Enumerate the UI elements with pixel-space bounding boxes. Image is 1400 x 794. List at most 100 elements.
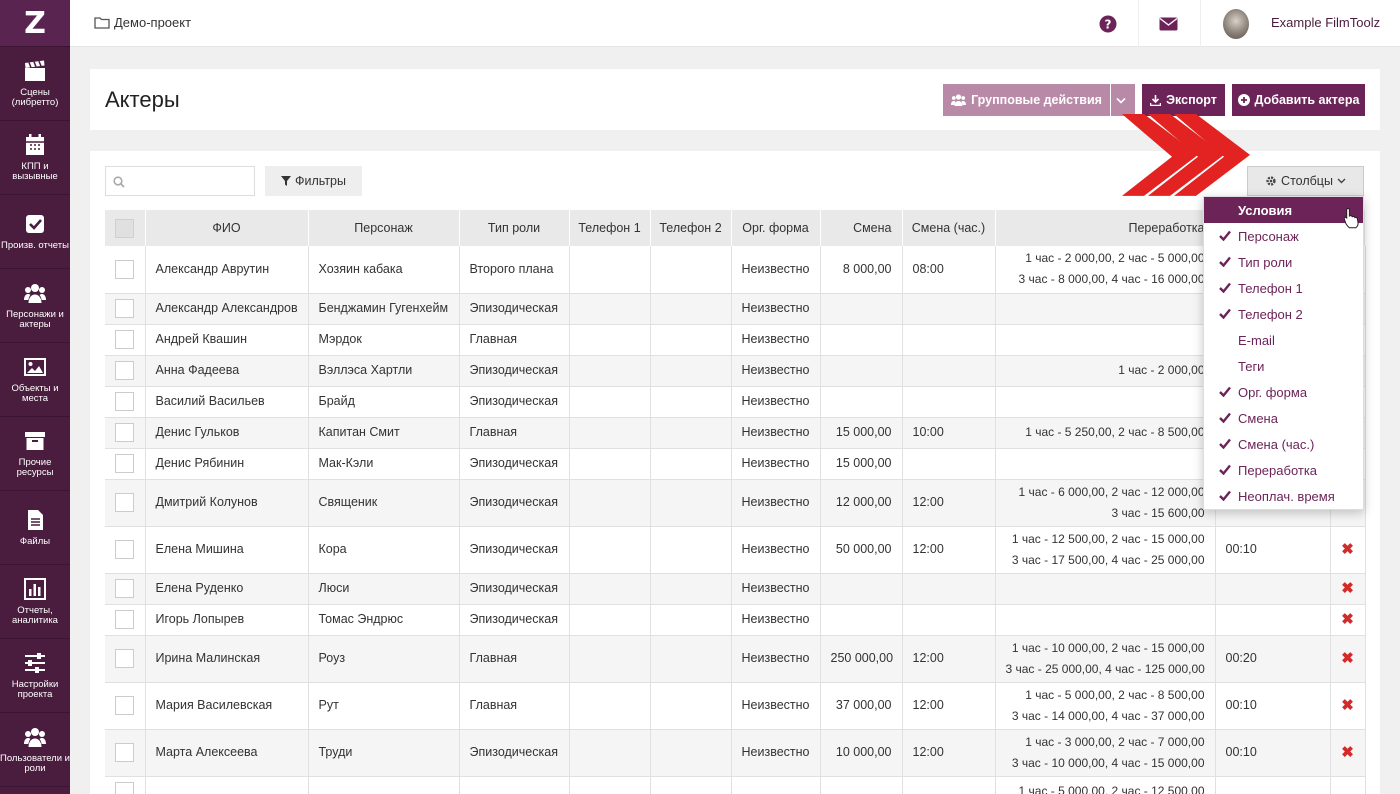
cell-name: Денис Гульков <box>145 417 309 449</box>
row-checkbox[interactable] <box>115 696 135 715</box>
sidebar-item[interactable]: Объекты и места <box>0 343 70 417</box>
row-checkbox[interactable] <box>115 782 135 794</box>
row-checkbox[interactable] <box>115 649 135 668</box>
column-header[interactable]: Телефон 2 <box>650 210 732 246</box>
columns-button[interactable]: Столбцы <box>1247 166 1364 196</box>
table-row[interactable]: Игорь Лопырев Томас Эндрюс Эпизодическая Не… <box>105 604 1366 636</box>
select-all-cell[interactable] <box>105 210 146 246</box>
row-checkbox[interactable] <box>115 361 135 380</box>
table-row[interactable]: Василий Васильев Брайд Эпизодическая Неизве… <box>105 386 1366 418</box>
cell <box>105 355 146 387</box>
table-row[interactable]: Денис Гульков Капитан Смит Главная Неизвест… <box>105 417 1366 449</box>
row-checkbox[interactable] <box>115 579 135 598</box>
delete-icon[interactable]: ✖ <box>1331 539 1365 560</box>
cell-character: Священик <box>308 479 460 527</box>
column-header[interactable]: Смена (час.) <box>902 210 996 246</box>
row-checkbox[interactable] <box>115 299 135 318</box>
cell-character <box>308 776 460 794</box>
app-logo[interactable]: Z <box>0 0 70 47</box>
sidebar-item[interactable]: Пользователи и роли <box>0 713 70 787</box>
add-actor-button[interactable]: Добавить актера <box>1232 84 1365 116</box>
row-checkbox[interactable] <box>115 610 135 629</box>
delete-icon[interactable]: ✖ <box>1331 742 1365 763</box>
columns-menu-item[interactable]: Персонаж <box>1204 223 1363 249</box>
table-row[interactable]: Ирина Малинская Роуз Главная Неизвестно 250 … <box>105 635 1366 683</box>
row-checkbox[interactable] <box>115 493 135 512</box>
columns-menu-item[interactable]: Тип роли <box>1204 249 1363 275</box>
cell-shift-hours: 12:00 <box>902 729 996 777</box>
cell-role <box>459 776 570 794</box>
table-row[interactable]: Мария Василевская Рут Главная Неизвестно 37 … <box>105 682 1366 730</box>
sidebar-item[interactable]: Настройки проекта <box>0 639 70 713</box>
cell <box>105 682 146 730</box>
row-checkbox[interactable] <box>115 330 135 349</box>
breadcrumb[interactable]: Демо-проект <box>94 15 191 30</box>
sidebar-item[interactable]: Произв. отчеты <box>0 195 70 269</box>
column-header[interactable]: Телефон 1 <box>569 210 651 246</box>
table-row[interactable]: Елена Руденко Люси Эпизодическая Неизвестно… <box>105 573 1366 605</box>
column-header[interactable]: ФИО <box>145 210 309 246</box>
columns-menu-item[interactable]: E-mail <box>1204 327 1363 353</box>
columns-menu-item[interactable]: Теги <box>1204 353 1363 379</box>
sidebar-item[interactable]: Персонажи и актеры <box>0 269 70 343</box>
cell-shift <box>820 324 903 356</box>
columns-menu-item[interactable]: Переработка <box>1204 457 1363 483</box>
delete-icon[interactable]: ✖ <box>1331 578 1365 599</box>
cell-unpaid-time: 00:10 <box>1215 526 1331 574</box>
table-row[interactable]: Анна Фадеева Вэллэса Хартли Эпизодическая Н… <box>105 355 1366 387</box>
columns-menu-item[interactable]: Телефон 2 <box>1204 301 1363 327</box>
bar-chart-icon <box>24 577 46 600</box>
select-all-checkbox[interactable] <box>115 218 135 238</box>
column-header[interactable]: Орг. форма <box>731 210 821 246</box>
table-row[interactable]: Марта Алексеева Труди Эпизодическая Неизвес… <box>105 729 1366 777</box>
delete-icon[interactable]: ✖ <box>1331 609 1365 630</box>
column-header[interactable]: Персонаж <box>308 210 460 246</box>
row-checkbox[interactable] <box>115 392 135 411</box>
sidebar-item[interactable]: Сцены (либретто) <box>0 47 70 121</box>
table-row[interactable]: Денис Рябинин Мак-Кэли Эпизодическая Неизве… <box>105 448 1366 480</box>
user-avatar[interactable] <box>1223 9 1249 39</box>
columns-menu-item[interactable]: Орг. форма <box>1204 379 1363 405</box>
columns-menu-item[interactable]: Смена <box>1204 405 1363 431</box>
group-actions-button[interactable]: Групповые действия <box>943 84 1110 116</box>
export-label: Экспорт <box>1166 93 1217 107</box>
sidebar-item-label: Сцены (либретто) <box>11 86 59 108</box>
row-checkbox[interactable] <box>115 423 135 442</box>
columns-menu-item[interactable]: Условия <box>1204 197 1363 223</box>
columns-menu-item[interactable]: Телефон 1 <box>1204 275 1363 301</box>
search-input[interactable] <box>105 166 255 196</box>
cell-name: Мария Василевская <box>145 682 309 730</box>
cell-actions: ✖ <box>1330 729 1366 777</box>
cell-phone1 <box>569 324 651 356</box>
cell-role: Главная <box>459 635 570 683</box>
filters-button[interactable]: Фильтры <box>265 166 362 196</box>
overtime-line: 3 час - 10 000,00, 4 час - 15 000,00 <box>1011 755 1205 770</box>
column-header[interactable]: Переработка <box>995 210 1216 246</box>
user-name[interactable]: Example FilmToolz <box>1271 15 1380 30</box>
row-checkbox[interactable] <box>115 259 135 279</box>
table-row[interactable]: Елена Мишина Кора Эпизодическая Неизвестно 5… <box>105 526 1366 574</box>
row-checkbox[interactable] <box>115 454 135 473</box>
row-checkbox[interactable] <box>115 540 135 559</box>
help-icon[interactable]: ? <box>1093 0 1123 47</box>
mail-icon[interactable] <box>1153 0 1183 47</box>
column-header[interactable]: Тип роли <box>459 210 570 246</box>
table-row[interactable]: 1 час - 5 000,00, 2 час - 12 500,00 <box>105 776 1366 794</box>
sidebar-item[interactable]: Файлы <box>0 491 70 565</box>
delete-icon[interactable]: ✖ <box>1331 695 1365 716</box>
columns-menu-item[interactable]: Неоплач. время <box>1204 483 1363 509</box>
delete-icon[interactable]: ✖ <box>1331 648 1365 669</box>
users-icon <box>951 94 967 106</box>
cell-overtime <box>995 324 1216 356</box>
table-row[interactable]: Александр Александров Бенджамин Гугенхейм… <box>105 293 1366 325</box>
table-row[interactable]: Андрей Квашин Мэрдок Главная Неизвестно <box>105 324 1366 356</box>
column-header[interactable]: Смена <box>820 210 903 246</box>
table-header-row: ФИО Персонаж Тип роли Телефон 1 Телефон … <box>105 210 1366 246</box>
sidebar-item[interactable]: КПП и вызывные <box>0 121 70 195</box>
sidebar-item[interactable]: Отчеты, аналитика <box>0 565 70 639</box>
table-row[interactable]: Александр Аврутин Хозяин кабака Второго пл… <box>105 246 1366 294</box>
sidebar-item[interactable]: Прочие ресурсы <box>0 417 70 491</box>
columns-menu-item[interactable]: Смена (час.) <box>1204 431 1363 457</box>
table-row[interactable]: Дмитрий Колунов Священик Эпизодическая Неиз… <box>105 479 1366 527</box>
row-checkbox[interactable] <box>115 743 135 762</box>
